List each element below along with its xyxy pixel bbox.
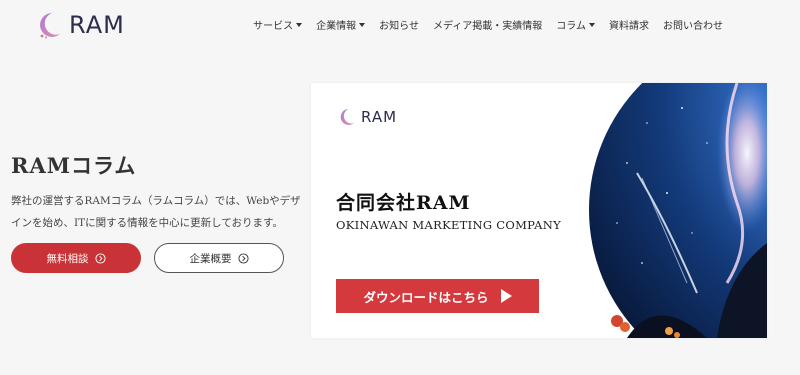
nav-label: コラム (556, 21, 586, 32)
company-overview-button[interactable]: 企業概要 (154, 243, 284, 273)
download-button-label: ダウンロードはこちら (363, 289, 489, 305)
button-label: 無料相談 (46, 252, 89, 265)
banner-logo: RAM (336, 107, 397, 127)
free-consultation-button[interactable]: 無料相談 (11, 243, 141, 273)
page-description: 弊社の運営するRAMコラム（ラムコラム）では、Webやデザインを始め、ITに関す… (11, 195, 301, 229)
caret-down-icon (359, 22, 366, 27)
circle-arrow-right-icon (94, 252, 106, 264)
nav-item-contact[interactable]: お問い合わせ (663, 17, 723, 32)
nav-label: お問い合わせ (663, 21, 723, 32)
nav-label: 企業情報 (316, 21, 357, 32)
banner-logo-text: RAM (361, 108, 398, 126)
caret-down-icon (589, 22, 595, 27)
nav-item-column[interactable]: コラム (556, 17, 595, 32)
nav-label: サービス (253, 21, 294, 32)
button-label: 企業概要 (189, 252, 232, 265)
nav-item-documents[interactable]: 資料請求 (609, 17, 649, 32)
page-title: RAMコラム (11, 153, 137, 178)
crescent-moon-icon (340, 109, 354, 125)
caret-down-icon (296, 22, 303, 27)
nav-item-company[interactable]: 企業情報 (316, 17, 366, 32)
crescent-moon-icon (40, 13, 60, 39)
nav-label: メディア掲載・実績情報 (432, 21, 543, 32)
play-arrow-icon (500, 289, 512, 303)
download-banner[interactable]: RAM 合同会社RAM OKINAWAN MARKETING COMPANY ダ… (311, 83, 767, 338)
moon-illustration (589, 83, 767, 338)
nav-label: 資料請求 (609, 21, 649, 32)
logo-text: RAM (69, 11, 125, 39)
main-nav: サービス 企業情報 お知らせ メディア掲載・実績情報 コラム 資料請求 お問い合… (239, 17, 723, 32)
banner-title: 合同会社RAM (336, 192, 471, 214)
nav-item-services[interactable]: サービス (253, 17, 303, 32)
nav-label: お知らせ (379, 21, 419, 32)
download-button[interactable]: ダウンロードはこちら (336, 279, 539, 313)
banner-subtitle: OKINAWAN MARKETING COMPANY (336, 218, 562, 232)
site-logo[interactable]: RAM (33, 10, 125, 40)
circle-arrow-right-icon (237, 252, 249, 264)
nav-item-media[interactable]: メディア掲載・実績情報 (433, 17, 542, 32)
nav-item-news[interactable]: お知らせ (379, 17, 419, 32)
